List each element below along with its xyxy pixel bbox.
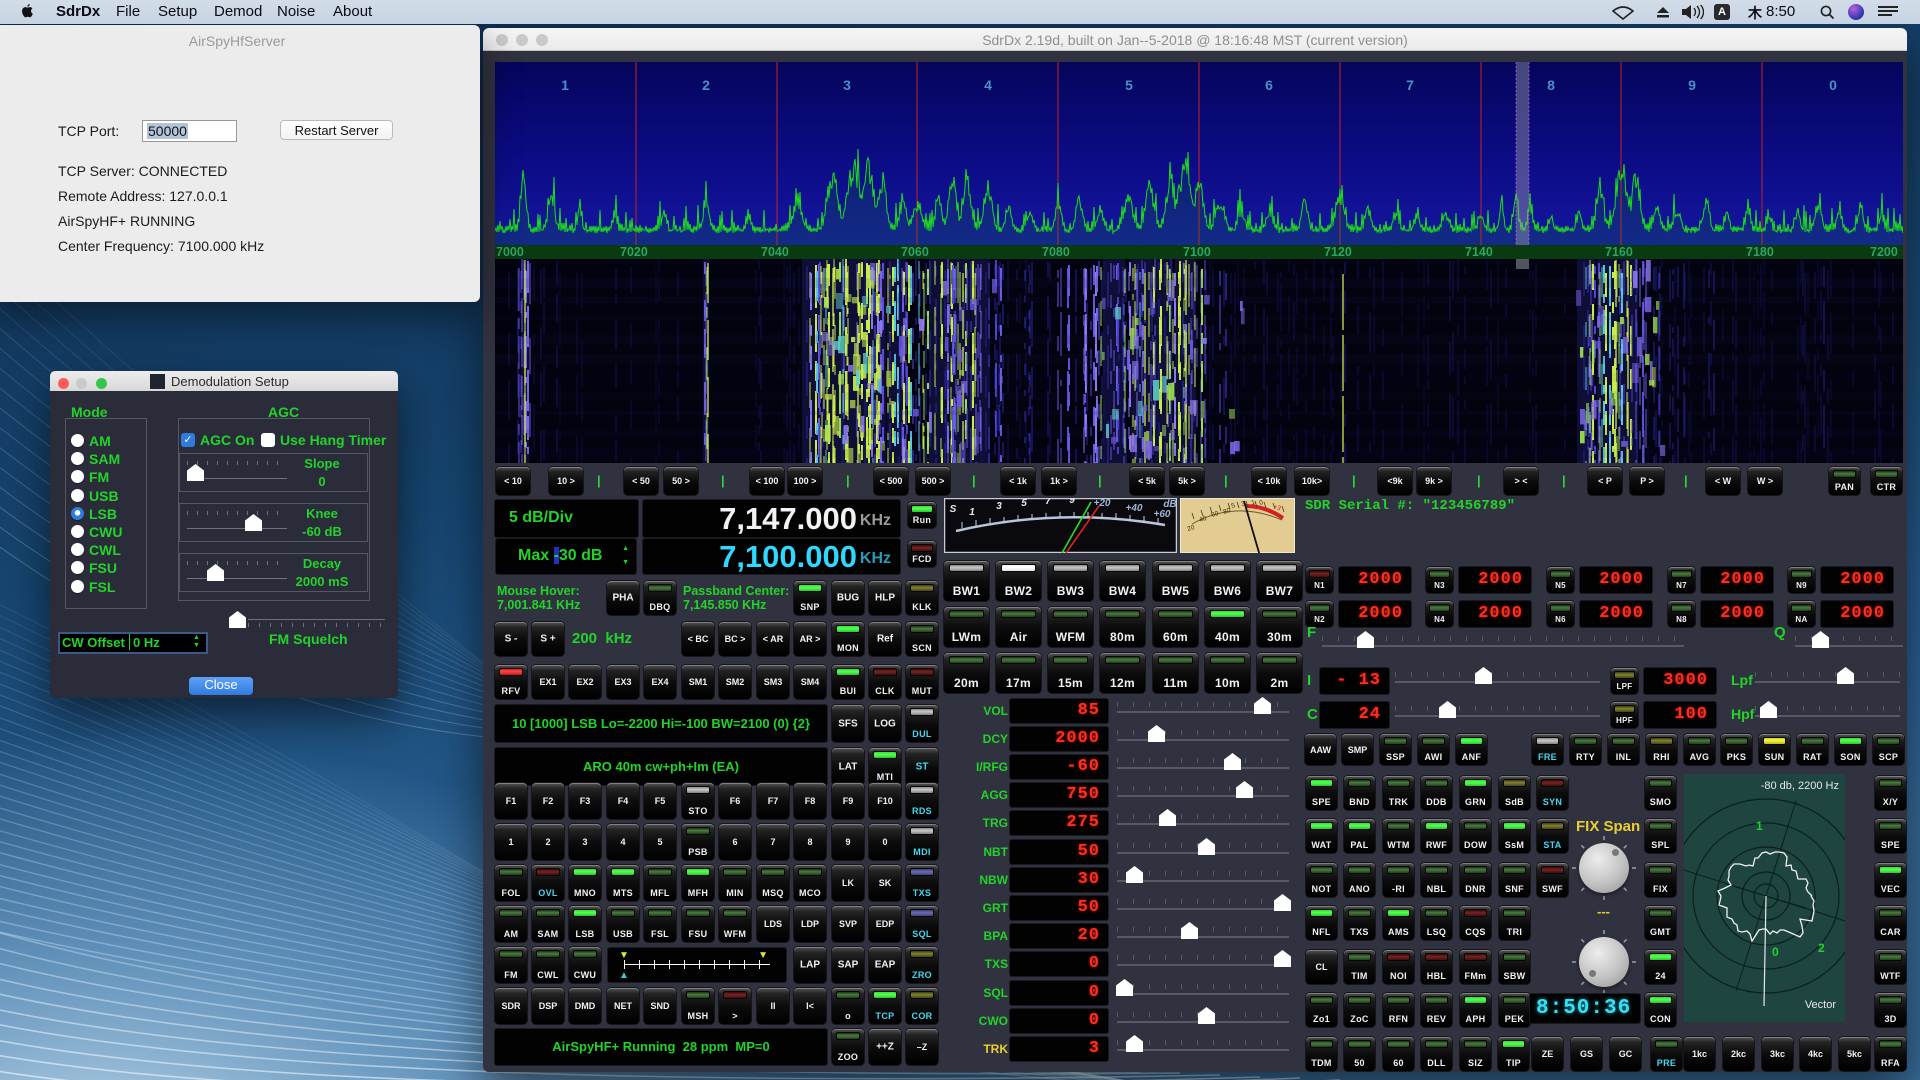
svg-text:+40: +40 (1126, 503, 1143, 514)
svg-text:5: 5 (1021, 498, 1027, 509)
svg-text:1: 1 (969, 507, 975, 518)
svg-text:1: 1 (561, 77, 569, 93)
svg-text:3: 3 (843, 77, 851, 93)
svg-text:7: 7 (1045, 498, 1051, 507)
svg-text:9: 9 (1069, 498, 1075, 506)
svg-text:1: 1 (1756, 819, 1763, 833)
svg-text:+60: +60 (1154, 509, 1171, 520)
svg-text:9: 9 (1688, 77, 1696, 93)
svg-text:S: S (950, 504, 957, 515)
svg-text:2: 2 (1818, 941, 1825, 955)
svg-text:-80 db, 2200 Hz: -80 db, 2200 Hz (1761, 780, 1839, 792)
svg-text:+20: +20 (1094, 498, 1111, 509)
svg-text:3: 3 (996, 501, 1002, 512)
svg-text:8: 8 (1547, 77, 1555, 93)
svg-text:7: 7 (1406, 77, 1414, 93)
svg-text:dB: dB (1163, 499, 1176, 510)
svg-text:5: 5 (1125, 77, 1133, 93)
svg-text:0: 0 (1772, 945, 1779, 959)
svg-text:6: 6 (1265, 77, 1273, 93)
svg-text:Vector: Vector (1805, 999, 1837, 1011)
svg-text:2: 2 (702, 77, 710, 93)
svg-text:0: 0 (1829, 77, 1837, 93)
svg-text:4: 4 (984, 77, 992, 93)
